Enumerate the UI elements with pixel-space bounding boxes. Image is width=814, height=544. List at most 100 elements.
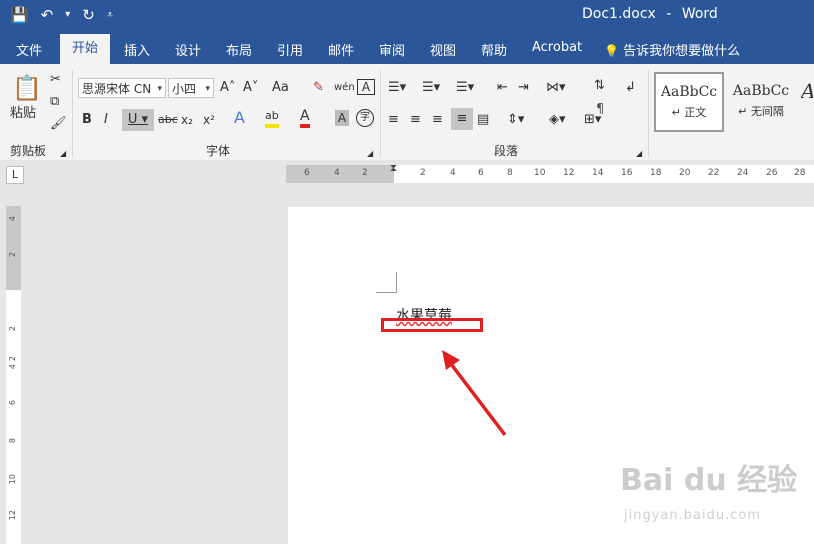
divider [648, 70, 649, 156]
distributed-icon[interactable]: ▤ [477, 112, 489, 128]
ruler-tick: 20 [679, 168, 691, 178]
clear-format-icon[interactable]: ✎ [313, 80, 324, 96]
undo-dropdown-icon[interactable]: ▾ [65, 5, 70, 25]
clipboard-icon[interactable]: 📋 [12, 74, 42, 102]
ruler-tick: 14 [592, 168, 604, 178]
ruler-tick: 16 [621, 168, 633, 178]
text-effects-icon[interactable]: A [234, 110, 245, 126]
change-case-icon[interactable]: Aa [272, 80, 289, 96]
arrow-shaft [446, 358, 507, 437]
title-bar: 💾 ↶ ▾ ↻ ⩡ Doc1.docx - Word [0, 0, 814, 32]
ruler-tick: 24 [737, 168, 749, 178]
ruler-tick: 12 [8, 510, 17, 521]
line-spacing-icon[interactable]: ⇕▾ [507, 112, 524, 128]
paste-button[interactable]: 粘贴 [10, 106, 36, 122]
align-left-icon[interactable]: ≡ [388, 112, 399, 128]
tab-file[interactable]: 文件 [16, 40, 42, 59]
style-normal-preview: AaBbCc [660, 84, 718, 100]
bold-button[interactable]: B [82, 112, 92, 128]
clipboard-group-label: 剪贴板 [10, 144, 47, 158]
format-painter-icon[interactable]: 🖌 [50, 116, 67, 132]
ruler-tick: 4 [8, 216, 17, 222]
indent-marker-icon[interactable]: ⧗ [390, 163, 397, 174]
doc-name: Doc1.docx [582, 6, 656, 22]
borders-icon[interactable]: ⊞▾ [584, 112, 601, 128]
char-border-icon[interactable]: A [357, 79, 375, 95]
undo-icon[interactable]: ↶ [41, 5, 54, 25]
underline-label: U [127, 112, 138, 127]
horizontal-ruler[interactable]: 6 4 2 ⧗ 2 4 6 8 10 12 14 16 18 20 22 24 … [286, 163, 814, 183]
divider [72, 70, 73, 156]
ruler-tick: 2 [8, 326, 17, 332]
tab-layout[interactable]: 布局 [226, 40, 252, 59]
decrease-indent-icon[interactable]: ⇤ [497, 80, 508, 96]
style-no-spacing-name: ↵ 无间隔 [738, 105, 784, 118]
tab-references[interactable]: 引用 [277, 40, 303, 59]
justify-icon[interactable]: ≡ [451, 108, 473, 130]
tab-insert[interactable]: 插入 [124, 40, 150, 59]
shrink-font-icon[interactable]: A˅ [243, 80, 258, 96]
tab-mailings[interactable]: 邮件 [328, 40, 354, 59]
increase-indent-icon[interactable]: ⇥ [518, 80, 529, 96]
font-size-combo[interactable]: 小四 ▾ [168, 78, 214, 98]
tab-review[interactable]: 审阅 [379, 40, 405, 59]
ruler-tick: 4 [334, 168, 340, 178]
italic-button[interactable]: I [104, 112, 108, 128]
style-heading-partial[interactable]: A [800, 72, 814, 132]
annotation-arrow [442, 350, 507, 437]
font-name-combo[interactable]: 思源宋体 CN ▾ [78, 78, 166, 98]
tab-home[interactable]: 开始 [60, 34, 111, 64]
style-no-spacing-preview: AaBbCc [732, 83, 790, 99]
phonetic-guide-icon[interactable]: wén [334, 80, 355, 96]
align-center-icon[interactable]: ≡ [410, 112, 421, 128]
style-normal[interactable]: AaBbCc ↵ 正文 [654, 72, 724, 132]
ruler-tick: 8 [507, 168, 513, 178]
ruler-tick: 6 [304, 168, 310, 178]
ruler-margin [286, 165, 394, 183]
style-normal-name: ↵ 正文 [671, 106, 707, 119]
document-title: Doc1.docx - Word [582, 6, 718, 22]
superscript-button[interactable]: x² [203, 112, 215, 128]
ruler-tick: 12 [563, 168, 575, 178]
subscript-button[interactable]: x₂ [181, 112, 193, 128]
underline-button[interactable]: U ▾ [122, 109, 154, 131]
multilevel-list-icon[interactable]: ☰▾ [456, 80, 474, 96]
ruler-tick: 4 [450, 168, 456, 178]
ruler-tick: 28 [794, 168, 806, 178]
tell-me-box[interactable]: 💡 告诉我你想要做什么 [604, 40, 740, 59]
numbering-icon[interactable]: ☰▾ [422, 80, 440, 96]
font-group-label: 字体 [206, 144, 231, 158]
shading-icon[interactable]: ◈▾ [549, 112, 566, 128]
cut-icon[interactable]: ✂ [50, 72, 61, 88]
ruler-tick: 8 [8, 438, 17, 444]
watermark-logo: Bai du 经验 [620, 463, 798, 498]
char-shading-icon[interactable]: A [335, 110, 349, 126]
bullets-icon[interactable]: ☰▾ [388, 80, 406, 96]
tab-selector[interactable]: L [6, 166, 24, 184]
paragraph-direction-icon[interactable]: ↲ [625, 80, 636, 96]
tab-view[interactable]: 视图 [430, 40, 456, 59]
tell-me-text: 告诉我你想要做什么 [623, 44, 741, 59]
enclose-char-icon[interactable]: 字 [356, 109, 374, 127]
ruler-tick: 18 [650, 168, 662, 178]
highlight-icon[interactable]: ab [265, 108, 279, 128]
grow-font-icon[interactable]: A˄ [220, 80, 235, 96]
copy-icon[interactable]: ⧉ [50, 94, 59, 110]
tab-acrobat[interactable]: Acrobat [532, 40, 582, 55]
save-icon[interactable]: 💾 [10, 5, 29, 25]
font-color-icon[interactable]: A [300, 108, 310, 128]
margin-corner-mark [376, 272, 397, 293]
redo-icon[interactable]: ↻ [82, 5, 95, 25]
vertical-ruler[interactable]: 4 2 2 2 4 6 8 10 12 [6, 206, 21, 544]
ruler-tick: 4 [8, 364, 17, 370]
ruler-tick: 2 [8, 356, 17, 362]
tab-design[interactable]: 设计 [175, 40, 201, 59]
align-right-icon[interactable]: ≡ [432, 112, 443, 128]
tab-help[interactable]: 帮助 [481, 40, 507, 59]
style-no-spacing[interactable]: AaBbCc ↵ 无间隔 [726, 72, 796, 132]
ruler-tick: 2 [362, 168, 368, 178]
customize-qat-icon[interactable]: ⩡ [107, 5, 113, 25]
chinese-layout-icon[interactable]: ⋈▾ [546, 80, 566, 96]
strikethrough-button[interactable]: abc [158, 112, 178, 128]
sort-icon[interactable]: ⇅ [594, 78, 605, 94]
